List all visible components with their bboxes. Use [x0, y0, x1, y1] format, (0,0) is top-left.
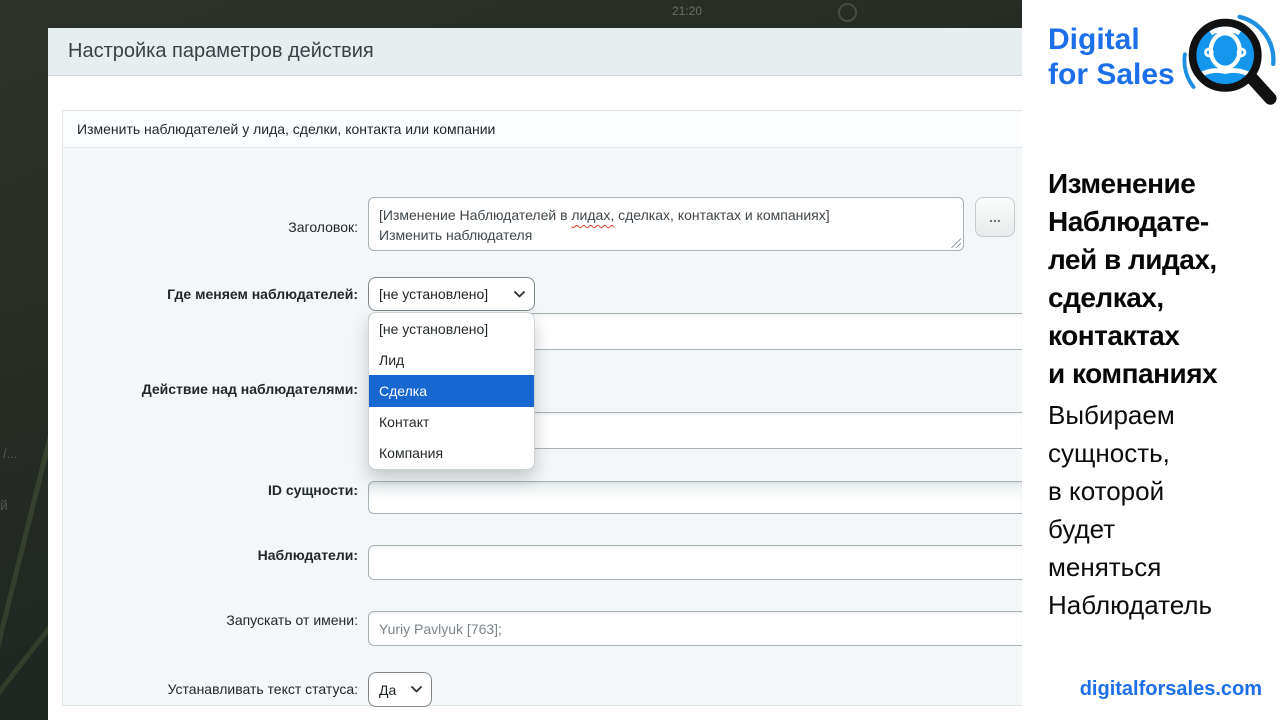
field-label-where: Где меняем наблюдателей: — [167, 286, 358, 302]
misspelled-word: лидах, — [571, 207, 615, 223]
title-textarea[interactable]: [Изменение Наблюдателей в лидах, сделках… — [368, 197, 964, 251]
resize-grip-icon[interactable] — [951, 238, 961, 248]
action-settings-dialog: Настройка параметров действия Изменить н… — [48, 28, 1022, 720]
field-label-action: Действие над наблюдателями: — [141, 381, 358, 397]
title-textarea-line2: Изменить наблюдателя — [379, 227, 533, 243]
magnifier-face-logo-icon — [1182, 14, 1277, 105]
dropdown-option[interactable]: Контакт — [369, 407, 534, 438]
sidebar-heading: Изменение Наблюдате- лей в лидах, сделка… — [1048, 168, 1218, 389]
website-url: digitalforsales.com — [1079, 678, 1262, 700]
field-label-title: Заголовок: — [288, 219, 358, 235]
chevron-down-icon — [411, 686, 422, 693]
background-avatar-blob — [838, 3, 857, 22]
run-as-input[interactable]: Yuriy Pavlyuk [763]; — [368, 611, 1022, 646]
status-text-select-value: Да — [379, 681, 397, 698]
field-label-entity-id: ID сущности: — [267, 482, 358, 498]
entity-id-input[interactable] — [368, 481, 1022, 514]
brand-name: Digital for Sales — [1048, 23, 1175, 91]
dropdown-option[interactable]: Лид — [369, 344, 534, 375]
dialog-titlebar[interactable]: Настройка параметров действия — [48, 28, 1022, 76]
background-hint-text: /... — [3, 446, 18, 461]
field-label-observers: Наблюдатели: — [257, 547, 358, 563]
branding-sidebar: Digital for Sales Изменение Наблюдате- л… — [1022, 0, 1280, 720]
chevron-down-icon — [514, 290, 525, 297]
screen: 21:20 /... й Настройка параметров действ… — [0, 0, 1280, 720]
field-label-status-text: Устанавливать текст статуса: — [167, 681, 358, 697]
dropdown-option[interactable]: [не установлено] — [369, 313, 534, 344]
sidebar-subtext: Выбираем сущность, в которой будет менят… — [1048, 400, 1213, 620]
where-select-value: [не установлено] — [379, 286, 489, 302]
where-select-dropdown: [не установлено] Лид Сделка Контакт Комп… — [368, 312, 535, 470]
ellipsis-button[interactable]: ... — [975, 197, 1015, 237]
title-textarea-line1: [Изменение Наблюдателей в лидах, сделках… — [379, 207, 830, 223]
dialog-title: Настройка параметров действия — [68, 40, 374, 62]
observers-input[interactable] — [368, 545, 1022, 580]
action-description: Изменить наблюдателей у лида, сделки, ко… — [63, 111, 1022, 148]
dropdown-option[interactable]: Сделка — [369, 375, 534, 407]
status-text-select[interactable]: Да — [368, 672, 432, 707]
background-hint-text: й — [0, 497, 8, 513]
dropdown-option[interactable]: Компания — [369, 438, 534, 469]
field-label-run-as: Запускать от имени: — [226, 612, 358, 628]
background-clock: 21:20 — [672, 4, 703, 18]
where-select[interactable]: [не установлено] — [368, 277, 535, 311]
